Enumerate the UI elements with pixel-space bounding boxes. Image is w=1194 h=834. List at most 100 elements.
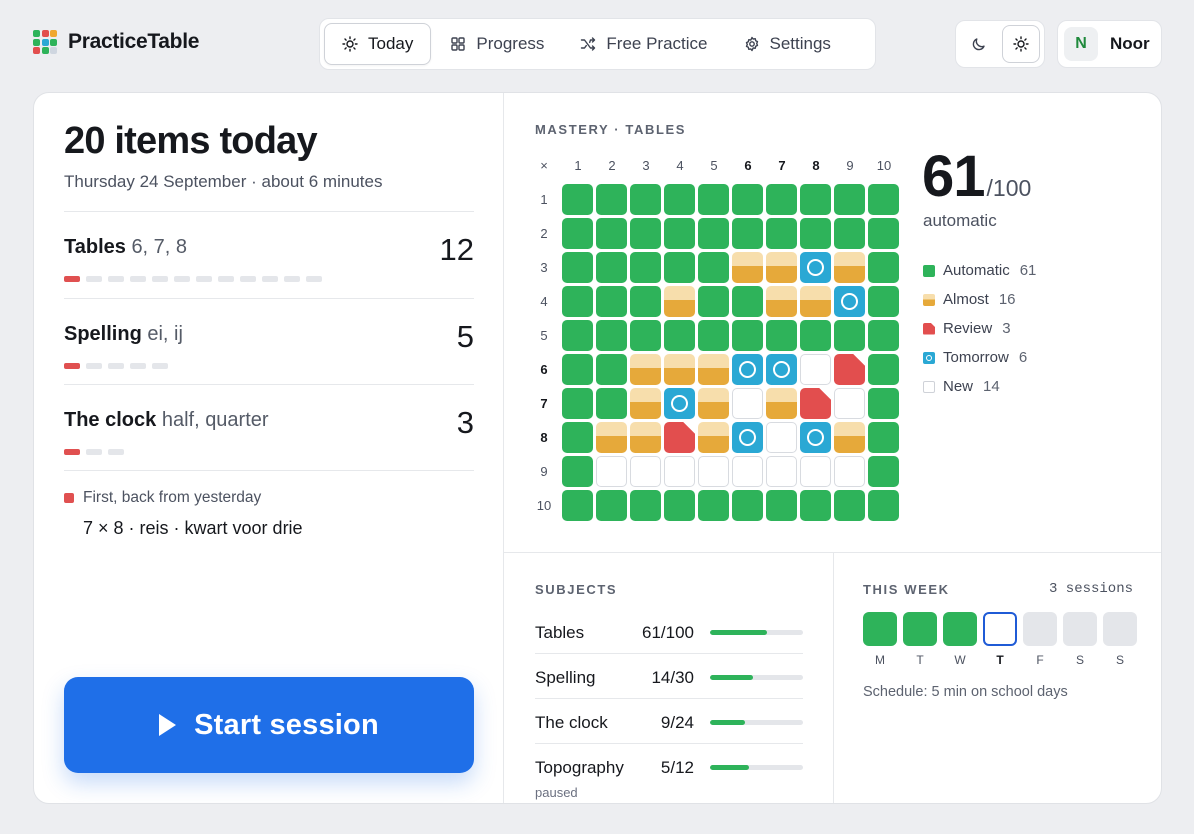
mastery-cell-automatic[interactable] xyxy=(732,184,763,215)
mastery-cell-automatic[interactable] xyxy=(562,252,593,283)
mastery-cell-automatic[interactable] xyxy=(766,320,797,351)
mastery-cell-automatic[interactable] xyxy=(766,490,797,521)
mastery-cell-new[interactable] xyxy=(732,388,763,419)
mastery-cell-review[interactable] xyxy=(800,388,831,419)
mastery-cell-automatic[interactable] xyxy=(562,422,593,453)
tab-today[interactable]: Today xyxy=(324,23,432,65)
mastery-cell-automatic[interactable] xyxy=(732,320,763,351)
mastery-cell-automatic[interactable] xyxy=(562,218,593,249)
subject-row[interactable]: The clock 9/24 xyxy=(535,699,803,744)
mastery-cell-automatic[interactable] xyxy=(834,490,865,521)
app-logo[interactable]: PracticeTable xyxy=(33,30,199,54)
subject-row[interactable]: Spelling 14/30 xyxy=(535,654,803,699)
mastery-cell-automatic[interactable] xyxy=(868,286,899,317)
mastery-cell-automatic[interactable] xyxy=(868,320,899,351)
mastery-cell-new[interactable] xyxy=(800,354,831,385)
mastery-cell-almost[interactable] xyxy=(800,286,831,317)
tab-progress[interactable]: Progress xyxy=(433,23,561,65)
mastery-cell-automatic[interactable] xyxy=(766,184,797,215)
mastery-cell-automatic[interactable] xyxy=(868,422,899,453)
mastery-cell-automatic[interactable] xyxy=(630,286,661,317)
mastery-cell-almost[interactable] xyxy=(664,286,695,317)
mastery-cell-almost[interactable] xyxy=(766,286,797,317)
mastery-cell-tomorrow[interactable] xyxy=(800,252,831,283)
mastery-cell-automatic[interactable] xyxy=(868,456,899,487)
mastery-cell-automatic[interactable] xyxy=(562,388,593,419)
mastery-cell-automatic[interactable] xyxy=(868,218,899,249)
mastery-cell-automatic[interactable] xyxy=(800,218,831,249)
mastery-cell-automatic[interactable] xyxy=(630,218,661,249)
mastery-cell-almost[interactable] xyxy=(732,252,763,283)
task-row[interactable]: Tables 6, 7, 8 12 xyxy=(64,211,474,298)
mastery-cell-automatic[interactable] xyxy=(834,184,865,215)
mastery-cell-almost[interactable] xyxy=(630,354,661,385)
mastery-cell-automatic[interactable] xyxy=(562,490,593,521)
mastery-cell-automatic[interactable] xyxy=(596,320,627,351)
subject-row[interactable]: Tables 61/100 xyxy=(535,609,803,654)
mastery-cell-almost[interactable] xyxy=(698,422,729,453)
mastery-cell-automatic[interactable] xyxy=(698,490,729,521)
mastery-cell-automatic[interactable] xyxy=(630,184,661,215)
mastery-cell-automatic[interactable] xyxy=(664,218,695,249)
mastery-cell-tomorrow[interactable] xyxy=(732,354,763,385)
mastery-cell-almost[interactable] xyxy=(698,388,729,419)
mastery-cell-tomorrow[interactable] xyxy=(664,388,695,419)
mastery-cell-automatic[interactable] xyxy=(868,388,899,419)
mastery-cell-automatic[interactable] xyxy=(596,354,627,385)
mastery-cell-automatic[interactable] xyxy=(562,320,593,351)
mastery-cell-automatic[interactable] xyxy=(664,184,695,215)
mastery-cell-new[interactable] xyxy=(732,456,763,487)
mastery-cell-new[interactable] xyxy=(800,456,831,487)
mastery-cell-automatic[interactable] xyxy=(596,218,627,249)
subject-row[interactable]: Topography 5/12 paused xyxy=(535,744,803,803)
mastery-cell-automatic[interactable] xyxy=(596,388,627,419)
mastery-cell-almost[interactable] xyxy=(766,388,797,419)
mastery-cell-almost[interactable] xyxy=(596,422,627,453)
mastery-cell-tomorrow[interactable] xyxy=(766,354,797,385)
mastery-cell-automatic[interactable] xyxy=(664,320,695,351)
mastery-cell-new[interactable] xyxy=(698,456,729,487)
tab-free-practice[interactable]: Free Practice xyxy=(563,23,724,65)
task-row[interactable]: Spelling ei, ij 5 xyxy=(64,297,474,385)
mastery-cell-automatic[interactable] xyxy=(698,218,729,249)
mastery-cell-automatic[interactable] xyxy=(562,456,593,487)
mastery-cell-automatic[interactable] xyxy=(630,490,661,521)
mastery-cell-almost[interactable] xyxy=(834,252,865,283)
mastery-cell-new[interactable] xyxy=(834,456,865,487)
mastery-cell-automatic[interactable] xyxy=(868,184,899,215)
tab-settings[interactable]: Settings xyxy=(727,23,848,65)
mastery-cell-automatic[interactable] xyxy=(596,184,627,215)
mastery-cell-automatic[interactable] xyxy=(562,184,593,215)
mastery-cell-automatic[interactable] xyxy=(800,320,831,351)
mastery-cell-automatic[interactable] xyxy=(596,286,627,317)
mastery-cell-almost[interactable] xyxy=(834,422,865,453)
mastery-cell-automatic[interactable] xyxy=(732,490,763,521)
mastery-cell-automatic[interactable] xyxy=(732,286,763,317)
mastery-cell-almost[interactable] xyxy=(664,354,695,385)
mastery-cell-automatic[interactable] xyxy=(698,286,729,317)
mastery-cell-new[interactable] xyxy=(596,456,627,487)
mastery-cell-review[interactable] xyxy=(834,354,865,385)
mastery-cell-automatic[interactable] xyxy=(664,252,695,283)
mastery-cell-automatic[interactable] xyxy=(630,252,661,283)
mastery-cell-automatic[interactable] xyxy=(562,286,593,317)
mastery-cell-automatic[interactable] xyxy=(596,490,627,521)
mastery-cell-new[interactable] xyxy=(630,456,661,487)
mastery-cell-automatic[interactable] xyxy=(800,490,831,521)
mastery-cell-automatic[interactable] xyxy=(562,354,593,385)
mastery-cell-new[interactable] xyxy=(766,422,797,453)
task-row[interactable]: The clock half, quarter 3 xyxy=(64,384,474,471)
mastery-cell-automatic[interactable] xyxy=(732,218,763,249)
mastery-cell-tomorrow[interactable] xyxy=(834,286,865,317)
mastery-cell-automatic[interactable] xyxy=(630,320,661,351)
mastery-cell-automatic[interactable] xyxy=(800,184,831,215)
mastery-cell-almost[interactable] xyxy=(698,354,729,385)
mastery-cell-almost[interactable] xyxy=(766,252,797,283)
mastery-cell-automatic[interactable] xyxy=(834,320,865,351)
light-mode-button[interactable] xyxy=(1001,25,1040,63)
mastery-cell-automatic[interactable] xyxy=(698,252,729,283)
mastery-cell-automatic[interactable] xyxy=(868,252,899,283)
dark-mode-button[interactable] xyxy=(960,25,998,63)
mastery-cell-new[interactable] xyxy=(766,456,797,487)
mastery-cell-automatic[interactable] xyxy=(868,490,899,521)
